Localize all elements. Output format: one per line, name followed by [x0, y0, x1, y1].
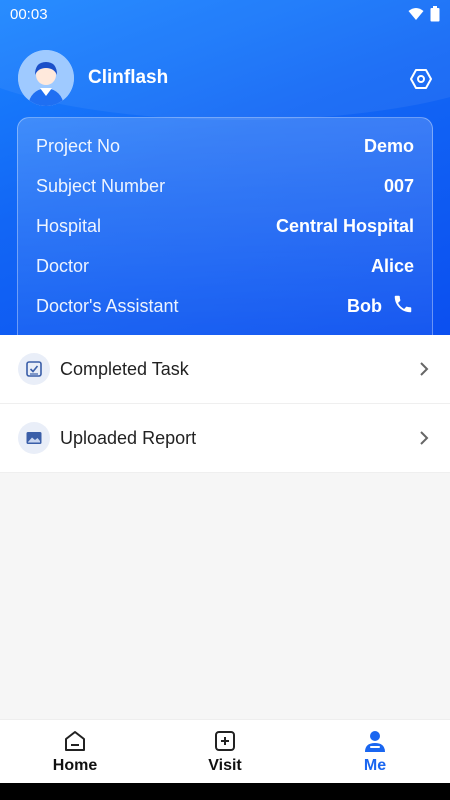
tab-label: Me	[363, 756, 387, 774]
system-nav-bar	[0, 783, 450, 800]
phone-icon	[394, 295, 412, 312]
info-row-subject: Subject Number 007	[36, 166, 414, 206]
info-value: Alice	[370, 255, 414, 276]
tab-label: Home	[52, 756, 98, 774]
menu-label: Completed Task	[60, 358, 189, 379]
status-bar: 00:03	[0, 0, 450, 28]
info-label: Hospital	[36, 215, 102, 236]
tab-visit[interactable]: Visit	[150, 720, 300, 783]
settings-button[interactable]	[408, 66, 434, 92]
menu-list: Completed Task Uploaded Report	[0, 335, 450, 473]
tab-label: Visit	[208, 756, 242, 774]
bottom-tab-bar: Home Visit Me	[0, 719, 450, 783]
info-value-assistant: Bob	[347, 293, 414, 320]
battery-icon	[430, 6, 440, 22]
call-button[interactable]	[392, 293, 414, 320]
info-row-project: Project No Demo	[36, 126, 414, 166]
task-icon	[18, 353, 50, 385]
person-icon	[365, 730, 385, 752]
info-label: Doctor	[36, 255, 90, 276]
info-value: 007	[383, 175, 414, 196]
chevron-right-icon	[416, 361, 432, 377]
subject-info-card: Project No Demo Subject Number 007 Hospi…	[17, 117, 433, 335]
info-row-doctor: Doctor Alice	[36, 246, 414, 286]
info-label: Doctor's Assistant	[36, 295, 179, 316]
info-row-hospital: Hospital Central Hospital	[36, 206, 414, 246]
menu-item-completed-task[interactable]: Completed Task	[0, 335, 450, 404]
user-name: Clinflash	[88, 67, 169, 88]
tab-me[interactable]: Me	[300, 720, 450, 783]
profile-row: Clinflash	[18, 50, 168, 106]
image-report-icon	[18, 422, 50, 454]
status-icons	[408, 6, 440, 22]
assistant-name: Bob	[347, 295, 382, 316]
user-avatar-icon	[18, 50, 74, 106]
wifi-icon	[408, 8, 424, 20]
info-value: Central Hospital	[275, 215, 414, 236]
menu-item-uploaded-report[interactable]: Uploaded Report	[0, 404, 450, 473]
info-label: Subject Number	[36, 175, 166, 196]
home-icon	[65, 730, 85, 751]
status-time: 00:03	[10, 5, 48, 23]
info-row-assistant: Doctor's Assistant Bob	[36, 286, 414, 326]
visit-add-icon	[215, 730, 235, 751]
info-label: Project No	[36, 135, 121, 156]
chevron-right-icon	[416, 430, 432, 446]
tab-home[interactable]: Home	[0, 720, 150, 783]
settings-hex-icon	[410, 69, 432, 89]
profile-header: 00:03 Clinflash Project No Demo Subject …	[0, 0, 450, 335]
avatar[interactable]	[18, 50, 74, 106]
menu-label: Uploaded Report	[60, 427, 197, 448]
info-value: Demo	[363, 135, 414, 156]
